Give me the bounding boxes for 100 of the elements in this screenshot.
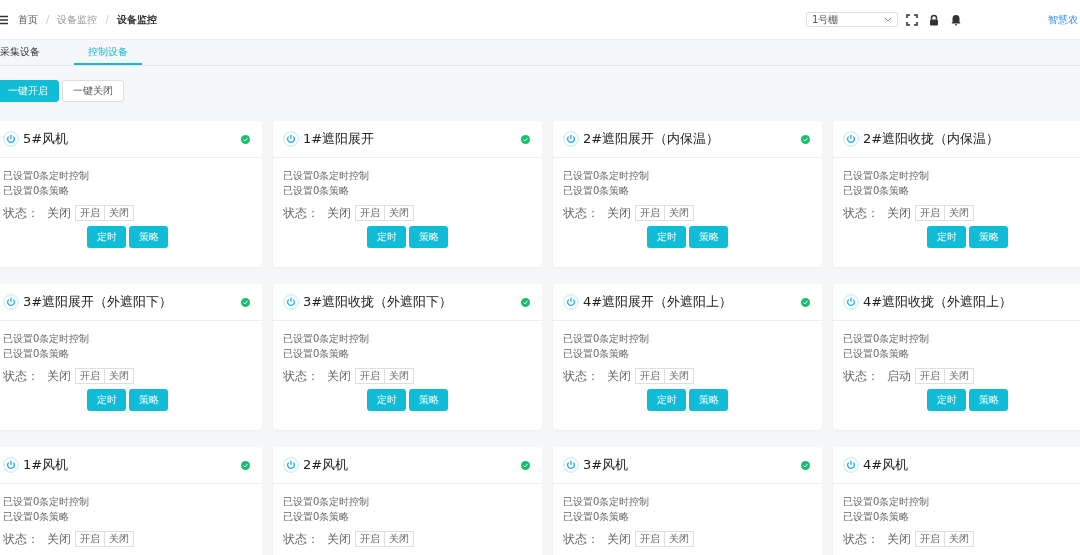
turn-on-button[interactable]: 开启 <box>75 368 105 384</box>
close-all-button[interactable]: 一键关闭 <box>62 80 124 102</box>
turn-off-button[interactable]: 关闭 <box>105 368 134 384</box>
timer-count-text: 已设置0条定时控制 <box>563 169 651 183</box>
power-icon[interactable] <box>843 294 859 310</box>
state-label: 状态： <box>283 367 319 385</box>
state-label: 状态： <box>3 204 39 222</box>
breadcrumb-separator: / <box>46 14 50 25</box>
device-name: 3#遮阳收拢（外遮阳下） <box>303 293 453 311</box>
turn-off-button[interactable]: 关闭 <box>385 368 414 384</box>
online-check-icon <box>521 460 530 470</box>
turn-on-button[interactable]: 开启 <box>355 531 385 547</box>
timer-count-text: 已设置0条定时控制 <box>843 495 931 509</box>
turn-on-button[interactable]: 开启 <box>355 368 385 384</box>
tab[interactable]: 采集设备 <box>0 40 54 65</box>
turn-on-button[interactable]: 开启 <box>915 531 945 547</box>
state-value: 关闭 <box>327 367 351 385</box>
online-check-icon <box>241 460 250 470</box>
strategy-count-text: 已设置0条策略 <box>283 347 351 361</box>
state-label: 状态： <box>843 367 879 385</box>
lock-icon[interactable] <box>928 13 940 26</box>
turn-off-button[interactable]: 关闭 <box>665 368 694 384</box>
state-value: 关闭 <box>607 530 631 548</box>
online-check-icon <box>521 297 530 307</box>
device-name: 5#风机 <box>23 130 69 148</box>
turn-off-button[interactable]: 关闭 <box>945 205 974 221</box>
state-value: 关闭 <box>887 530 911 548</box>
timer-count-text: 已设置0条定时控制 <box>3 332 91 346</box>
strategy-count-text: 已设置0条策略 <box>843 347 911 361</box>
online-check-icon <box>801 134 810 144</box>
state-value: 关闭 <box>327 204 351 222</box>
strategy-count-text: 已设置0条策略 <box>3 510 71 524</box>
state-value: 关闭 <box>47 204 71 222</box>
timer-count-text: 已设置0条定时控制 <box>563 332 651 346</box>
power-icon[interactable] <box>563 294 579 310</box>
device-name: 1#风机 <box>23 456 69 474</box>
turn-on-button[interactable]: 开启 <box>355 205 385 221</box>
turn-off-button[interactable]: 关闭 <box>945 368 974 384</box>
device-name: 2#遮阳展开（内保温） <box>583 130 720 148</box>
strategy-count-text: 已设置0条策略 <box>283 510 351 524</box>
breadcrumb-item[interactable]: 首页 <box>18 12 38 27</box>
state-label: 状态： <box>563 530 599 548</box>
device-name: 3#遮阳展开（外遮阳下） <box>23 293 173 311</box>
power-icon[interactable] <box>283 131 299 147</box>
state-label: 状态： <box>563 367 599 385</box>
breadcrumb-separator: / <box>105 14 109 25</box>
state-value: 关闭 <box>887 204 911 222</box>
device-name: 2#遮阳收拢（内保温） <box>863 130 1000 148</box>
power-icon[interactable] <box>3 294 19 310</box>
power-icon[interactable] <box>843 457 859 473</box>
timer-count-text: 已设置0条定时控制 <box>843 332 931 346</box>
online-check-icon <box>521 134 530 144</box>
turn-off-button[interactable]: 关闭 <box>105 531 134 547</box>
strategy-count-text: 已设置0条策略 <box>843 184 911 198</box>
strategy-count-text: 已设置0条策略 <box>843 510 911 524</box>
online-check-icon <box>241 297 250 307</box>
turn-on-button[interactable]: 开启 <box>635 531 665 547</box>
timer-count-text: 已设置0条定时控制 <box>3 169 91 183</box>
device-name: 4#遮阳收拢（外遮阳上） <box>863 293 1013 311</box>
turn-off-button[interactable]: 关闭 <box>665 205 694 221</box>
turn-on-button[interactable]: 开启 <box>635 368 665 384</box>
state-value: 关闭 <box>47 367 71 385</box>
strategy-count-text: 已设置0条策略 <box>283 184 351 198</box>
turn-on-button[interactable]: 开启 <box>635 205 665 221</box>
state-label: 状态： <box>283 204 319 222</box>
brand-link[interactable]: 智慧农 <box>1048 12 1080 27</box>
power-icon[interactable] <box>563 457 579 473</box>
turn-on-button[interactable]: 开启 <box>75 531 105 547</box>
turn-off-button[interactable]: 关闭 <box>385 531 414 547</box>
timer-count-text: 已设置0条定时控制 <box>563 495 651 509</box>
power-icon[interactable] <box>3 457 19 473</box>
power-icon[interactable] <box>283 457 299 473</box>
online-check-icon <box>801 297 810 307</box>
online-check-icon <box>241 134 250 144</box>
state-value: 关闭 <box>607 204 631 222</box>
device-name: 3#风机 <box>583 456 629 474</box>
power-icon[interactable] <box>3 131 19 147</box>
turn-on-button[interactable]: 开启 <box>915 205 945 221</box>
timer-count-text: 已设置0条定时控制 <box>3 495 91 509</box>
state-label: 状态： <box>3 367 39 385</box>
turn-off-button[interactable]: 关闭 <box>105 205 134 221</box>
device-name: 2#风机 <box>303 456 349 474</box>
state-value: 关闭 <box>607 367 631 385</box>
bell-icon[interactable] <box>950 13 962 26</box>
fullscreen-icon[interactable] <box>906 13 918 26</box>
turn-off-button[interactable]: 关闭 <box>945 531 974 547</box>
power-icon[interactable] <box>563 131 579 147</box>
strategy-count-text: 已设置0条策略 <box>563 184 631 198</box>
state-value: 关闭 <box>327 530 351 548</box>
device-name: 4#遮阳展开（外遮阳上） <box>583 293 733 311</box>
power-icon[interactable] <box>843 131 859 147</box>
turn-off-button[interactable]: 关闭 <box>665 531 694 547</box>
online-check-icon <box>801 460 810 470</box>
menu-icon[interactable] <box>0 14 8 25</box>
turn-on-button[interactable]: 开启 <box>915 368 945 384</box>
greenhouse-select[interactable]: 1号棚 <box>806 12 898 27</box>
device-name: 4#风机 <box>863 456 909 474</box>
power-icon[interactable] <box>283 294 299 310</box>
turn-on-button[interactable]: 开启 <box>75 205 105 221</box>
turn-off-button[interactable]: 关闭 <box>385 205 414 221</box>
